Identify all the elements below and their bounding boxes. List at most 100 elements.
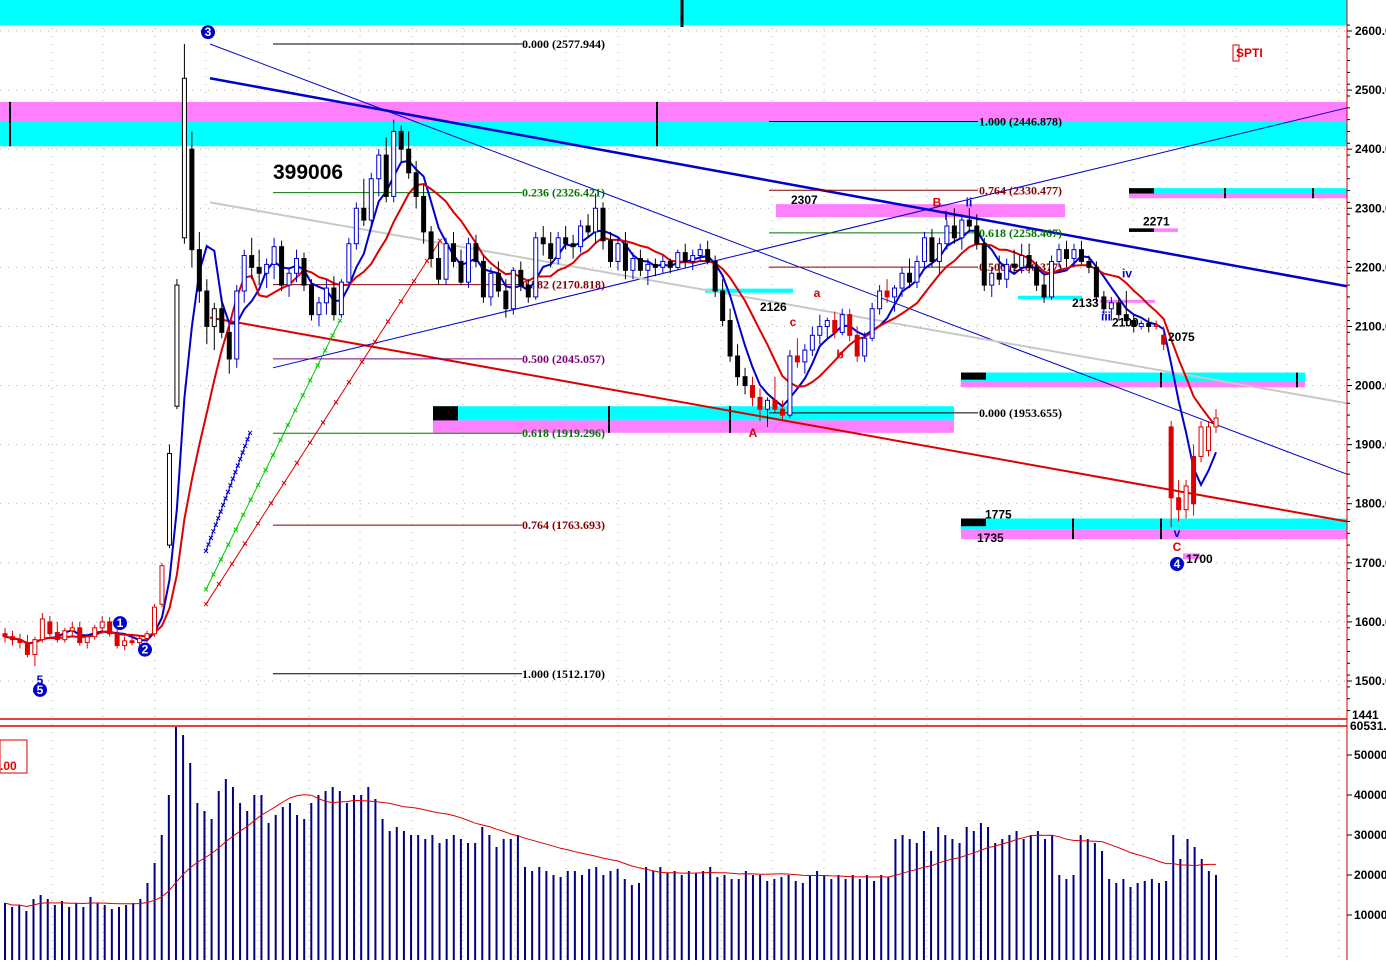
candle-body: [1146, 323, 1152, 327]
volume-box-label: .00: [0, 759, 17, 773]
candle-body: [1213, 417, 1219, 428]
candle-body: [929, 237, 935, 262]
wave-circle-label-3: 3: [205, 25, 212, 39]
candle-body: [862, 337, 868, 357]
fib-left-label: 0.764 (1763.693): [522, 518, 605, 532]
candle-body: [779, 408, 785, 416]
candle-body: [608, 240, 613, 262]
price-tick-label: 2000.0: [1355, 379, 1386, 393]
red-cross-line-mark: [398, 298, 404, 304]
candle-body: [921, 237, 927, 262]
candle-body: [159, 565, 165, 605]
candle-body: [204, 290, 210, 327]
wave-roman-iv: iv: [1122, 266, 1132, 280]
candle-body: [368, 178, 374, 221]
candle-body: [637, 258, 643, 271]
candle-body: [234, 290, 240, 360]
candle-body: [645, 263, 651, 271]
candle-body: [308, 284, 314, 316]
candle-body: [406, 148, 412, 174]
volume-layer: [0, 718, 1386, 960]
zone-magenta-1735: [961, 529, 1347, 540]
candle-body: [1034, 266, 1040, 286]
candle-body: [451, 243, 457, 262]
green-cross-line-mark: [263, 467, 268, 473]
candle-body: [750, 385, 756, 398]
candle-body: [832, 320, 838, 333]
candle-body: [981, 243, 987, 286]
wave-circle-label-2: 2: [142, 643, 149, 657]
candle-body: [196, 249, 202, 292]
candle-body: [1138, 323, 1144, 327]
candle-body: [122, 640, 128, 647]
candle-body: [1108, 302, 1114, 310]
candle-body: [77, 627, 83, 644]
red-cross-line-mark: [333, 399, 339, 405]
candle-body: [24, 642, 30, 655]
candle-body: [518, 269, 524, 286]
candle-body: [1198, 426, 1204, 457]
price-tick-label: 2200.0: [1355, 260, 1386, 274]
candle-body: [1019, 255, 1025, 268]
candle-body: [854, 334, 860, 357]
candle-body: [1071, 249, 1077, 260]
green-cross-line-mark: [225, 542, 231, 547]
red-cross-line-mark: [242, 541, 248, 546]
candle-body: [794, 355, 800, 363]
candle-body: [383, 154, 389, 197]
candle-body: [256, 266, 262, 274]
red-cross-line-mark: [424, 258, 430, 264]
price-tick-label: 1900.0: [1355, 438, 1386, 452]
price-tick-label: 1700.0: [1355, 556, 1386, 570]
candle-body: [1093, 266, 1099, 298]
wave-letter-C: C: [1173, 540, 1182, 554]
candle-body: [966, 219, 972, 227]
candle-body: [570, 243, 576, 248]
candle-body: [2, 633, 8, 638]
wave-roman-i: i: [944, 209, 947, 223]
price-label-1700: 1700: [1186, 552, 1213, 566]
green-cross-line-mark: [240, 512, 246, 518]
candle-body: [705, 249, 711, 262]
candle-body: [84, 636, 90, 644]
candle-body: [99, 621, 105, 629]
price-label-1775: 1775: [985, 508, 1012, 522]
candle-body: [720, 290, 726, 322]
wave-roman-ii: ii: [966, 196, 973, 210]
candle-body: [839, 314, 845, 333]
candle-body: [742, 376, 748, 387]
candle-body: [443, 243, 449, 280]
zone-black-marker: [433, 406, 458, 421]
green-cross-line-mark: [337, 318, 343, 323]
green-cross-line-mark: [248, 497, 254, 503]
green-cross-line-mark: [292, 407, 298, 413]
green-cross-line-mark: [218, 557, 224, 562]
volume-tick-label: 40000: [1354, 788, 1386, 802]
price-tick-label: 2100.0: [1355, 319, 1386, 333]
red-cross-line-mark: [203, 601, 209, 607]
green-cross-line-mark: [315, 363, 321, 368]
fib-left-label: 0.000 (2577.944): [522, 37, 605, 51]
candle-body: [1101, 296, 1107, 310]
candle-body: [39, 618, 45, 641]
red-cross-line-mark: [294, 460, 300, 466]
candle-body: [600, 207, 606, 242]
green-cross-line-mark: [270, 452, 276, 458]
zone-magenta-mid: [433, 420, 954, 433]
candle-body: [54, 632, 60, 641]
candle-body: [989, 272, 995, 286]
candle-body: [712, 260, 718, 292]
candle-body: [323, 287, 329, 304]
zone-cyan-1775: [961, 518, 1347, 530]
fib-right-label: 0.618 (2258.467): [979, 226, 1062, 240]
red-cross-line-mark: [359, 359, 365, 365]
wave-circle-label-4: 4: [1174, 557, 1181, 571]
candle-body: [548, 243, 554, 260]
price-tick-label: 2300.0: [1355, 201, 1386, 215]
candle-body: [667, 260, 673, 268]
green-cross-line-mark: [330, 333, 335, 338]
candle-body: [944, 225, 950, 245]
candle-body: [735, 355, 741, 378]
price-label-2133: 2133: [1072, 296, 1099, 310]
green-cross-line-mark: [322, 348, 328, 353]
